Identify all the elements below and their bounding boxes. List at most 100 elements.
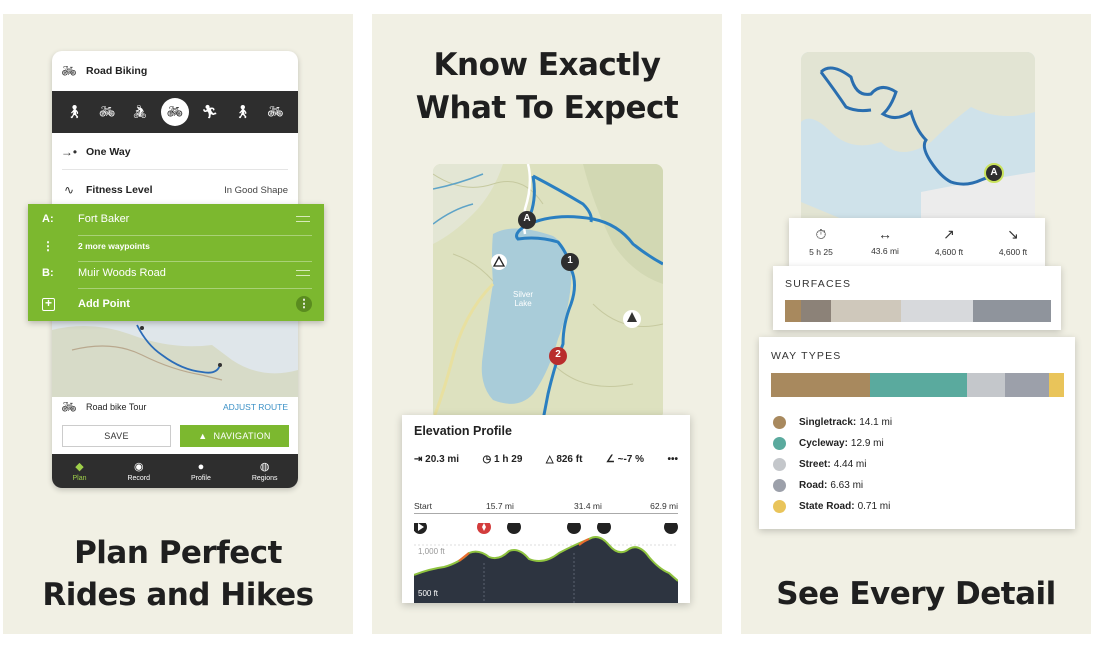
run-icon[interactable]: 🏃︎ — [198, 100, 222, 124]
tab-plan[interactable]: ◆ Plan — [72, 460, 86, 482]
pulse-icon: ∿ — [63, 183, 75, 197]
surface-segment — [801, 300, 831, 322]
distance-value: 20.3 mi — [425, 454, 460, 465]
marker-1[interactable]: 1 — [564, 255, 576, 266]
distance-icon: ⇥ — [414, 454, 426, 465]
lake-label: Silver Lake — [513, 290, 533, 308]
duration-stat: ◷ 1 h 29 — [483, 454, 523, 465]
clock-icon: ◷ — [482, 454, 495, 465]
adjust-route-link[interactable]: ADJUST ROUTE — [223, 402, 298, 412]
axis-line — [414, 513, 678, 514]
route-name: Road bike Tour — [86, 402, 147, 412]
way-type-segment — [870, 373, 967, 397]
way-type-segment — [1049, 373, 1064, 397]
legend-dot — [773, 437, 786, 450]
add-icon: + — [28, 297, 78, 311]
waypoints-card: A: Fort Baker ⋮ 2 more waypoints B: Muir… — [28, 204, 324, 321]
elevation-chart[interactable] — [414, 523, 678, 603]
bay-area-map[interactable]: A — [801, 52, 1035, 227]
save-button[interactable]: SAVE — [62, 425, 171, 447]
way-type-segment — [771, 373, 870, 397]
legend-item: Road: 6.63 mi — [773, 479, 863, 492]
mountain-icon: △ — [545, 454, 557, 465]
drag-handle-icon[interactable] — [296, 270, 310, 276]
way-types-title: WAY TYPES — [771, 350, 842, 362]
way-type-segment — [967, 373, 1005, 397]
elevation-profile-card: Elevation Profile ⇥ 20.3 mi ◷ 1 h 29 △ 8… — [402, 415, 690, 603]
more-waypoints: 2 more waypoints — [78, 241, 150, 251]
add-point-row[interactable]: + Add Point ⋮ — [28, 291, 324, 317]
legend-item: State Road: 0.71 mi — [773, 500, 890, 513]
panel-plan: 🚲︎ Road Biking 🚶︎ 🚲︎ 🚴︎ 🚲︎ 🏃︎ 🚶︎ 🚲︎ →• O… — [3, 14, 353, 634]
legend-name: State Road: — [799, 501, 855, 512]
way-types-card: WAY TYPES Singletrack: 14.1 mi Cycleway: 1… — [759, 337, 1075, 529]
gravel-bike-icon[interactable]: 🚲︎ — [263, 100, 287, 124]
legend-value: 4.44 mi — [833, 459, 867, 470]
hiking-icon[interactable]: 🚶︎ — [62, 100, 86, 124]
fitness-row[interactable]: ∿ Fitness Level In Good Shape — [52, 179, 298, 201]
road-bike-icon: 🚲︎ — [61, 400, 77, 414]
x-tick: Start — [414, 501, 432, 511]
marker-a[interactable]: A — [521, 213, 533, 224]
more-button[interactable]: ••• — [667, 454, 678, 465]
legend-value: 6.63 mi — [830, 480, 864, 491]
grade-icon: ∠ — [605, 454, 618, 465]
vertical-dots-icon: ⋮ — [42, 239, 54, 253]
legend-item: Street: 4.44 mi — [773, 458, 866, 471]
mtb-icon[interactable]: 🚴︎ — [128, 100, 152, 124]
caption-line: What To Expect — [415, 90, 679, 126]
distance-icon: ↔ — [878, 226, 892, 242]
legend-dot — [773, 458, 786, 471]
caption-line: Plan Perfect — [74, 535, 282, 571]
legend-value: 14.1 mi — [859, 417, 893, 428]
elevation-value: 826 ft — [556, 454, 583, 465]
distance-value: 43.6 mi — [871, 246, 899, 256]
x-tick: 31.4 mi — [574, 501, 602, 511]
route-type-row[interactable]: →• One Way — [52, 141, 298, 163]
marker-a[interactable]: A — [988, 167, 1000, 178]
road-bike-icon: 🚲︎ — [61, 64, 77, 78]
legend-value: 0.71 mi — [857, 501, 891, 512]
more-options-icon[interactable]: ⋮ — [296, 296, 312, 312]
tab-profile[interactable]: ● Profile — [191, 461, 211, 482]
route-map-preview[interactable] — [52, 320, 298, 397]
bike-icon[interactable]: 🚲︎ — [95, 100, 119, 124]
tab-record[interactable]: ◉ Record — [127, 460, 150, 482]
caption-line: Rides and Hikes — [42, 577, 314, 613]
legend-name: Street: — [799, 459, 831, 470]
distance-stat: ⇥ 20.3 mi — [414, 454, 459, 465]
legend-dot — [773, 479, 786, 492]
panel-expect: Know Exactly What To Expect Silver Lake … — [372, 14, 722, 634]
navigation-button[interactable]: ▲ NAVIGATION — [180, 425, 289, 447]
tab-regions[interactable]: ◍ Regions — [252, 460, 278, 482]
surface-segment — [973, 300, 1051, 322]
elevation-stat: △ 826 ft — [546, 454, 583, 465]
bottom-tab-bar: ◆ Plan ◉ Record ● Profile ◍ Regions — [52, 454, 298, 488]
marker-2[interactable]: 2 — [552, 349, 564, 360]
time-value: 5 h 25 — [809, 247, 833, 257]
route-type: One Way — [86, 146, 131, 158]
activity-label: Road Biking — [86, 65, 148, 77]
topo-map[interactable]: Silver Lake A 1 2 — [433, 164, 663, 420]
profile-title: Elevation Profile — [414, 424, 512, 438]
y-tick-top: 1,000 ft — [418, 547, 445, 556]
divider — [62, 169, 288, 170]
x-tick: 62.9 mi — [650, 501, 678, 511]
waypoint-b-row[interactable]: B: Muir Woods Road — [28, 260, 324, 286]
waypoint-a-row[interactable]: A: Fort Baker — [28, 206, 324, 232]
road-bike-icon[interactable]: 🚲︎ — [160, 98, 189, 126]
duration-value: 1 h 29 — [494, 454, 523, 465]
distance-stat: ↔ 43.6 mi — [855, 226, 915, 256]
add-point-label: Add Point — [78, 298, 130, 310]
activity-header[interactable]: 🚲︎ Road Biking — [52, 61, 298, 81]
caption: Plan Perfect Rides and Hikes — [3, 532, 353, 616]
drag-handle-icon[interactable] — [296, 216, 310, 222]
ascent-value: 4,600 ft — [934, 247, 964, 257]
waypoint-key: B: — [42, 267, 54, 279]
ascent-stat: ↗ 4,600 ft — [919, 226, 979, 257]
walk-icon[interactable]: 🚶︎ — [231, 100, 255, 124]
descent-value: 4,600 ft — [998, 247, 1028, 257]
descent-stat: ↘ 4,600 ft — [983, 226, 1043, 257]
more-waypoints-row[interactable]: ⋮ 2 more waypoints — [28, 233, 324, 259]
legend-name: Singletrack: — [799, 417, 857, 428]
